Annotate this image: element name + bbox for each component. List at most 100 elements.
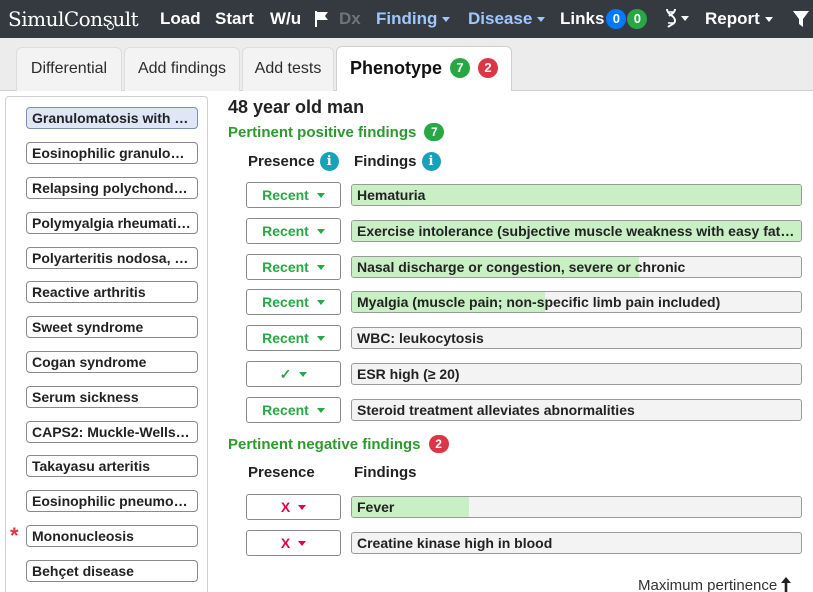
presence-dropdown[interactable]: Recent [246,254,341,280]
positive-count-badge: 7 [424,123,445,141]
tab-add-findings-label: Add findings [137,60,227,77]
flag-button[interactable] [314,10,330,28]
sidebar-item-dx[interactable]: Polymyalgia rheumatica [26,212,198,234]
tab-phenotype-label: Phenotype [349,58,442,78]
negative-findings-title: Pertinent negative findings [228,435,421,453]
nav-load-label: Load [160,9,201,28]
info-icon[interactable]: i [421,152,441,171]
chevron-down-icon [298,504,307,510]
presence-dropdown[interactable]: ✓ [246,361,341,387]
sidebar-item-label: Reactive arthritis [32,284,146,300]
presence-dropdown[interactable]: Recent [246,218,341,244]
finding-row[interactable]: ESR high (≥ 20) [351,363,802,385]
logo-dot-icon [107,23,114,30]
finding-row[interactable]: Myalgia (muscle pain; non-specific limb … [351,291,802,313]
sidebar-item-label: Relapsing polychondritis [32,180,198,196]
presence-header-label: Presence [248,153,315,170]
logo-text: SimulConsult [8,7,139,31]
chevron-down-icon [316,299,325,305]
sidebar-item-dx[interactable]: Polyarteritis nodosa, classic [26,247,198,269]
nav-start[interactable]: Start [215,9,254,29]
presence-dropdown[interactable]: X [246,494,341,520]
finding-label: Myalgia (muscle pain; non-specific limb … [357,294,721,310]
tab-differential-label: Differential [30,60,108,77]
chevron-down-icon [316,335,325,341]
presence-dropdown[interactable]: Recent [246,289,341,315]
sidebar-item-label: Cogan syndrome [32,354,147,370]
finding-label: Steroid treatment alleviates abnormaliti… [357,402,635,418]
nav-writeup-label: W/u [270,9,302,28]
finding-row[interactable]: Exercise intolerance (subjective muscle … [351,220,802,242]
sidebar-item-label: Polyarteritis nodosa, classic [32,250,197,266]
sidebar-item-label: Mononucleosis [32,528,134,544]
positive-findings-title: Pertinent positive findings [228,123,417,141]
maximum-pertinence-sort[interactable]: Maximum pertinence [638,576,792,592]
finding-row[interactable]: WBC: leukocytosis [351,327,802,349]
sidebar-item-dx[interactable]: Takayasu arteritis [26,455,198,477]
finding-label: ESR high (≥ 20) [357,366,460,382]
finding-label: WBC: leukocytosis [357,330,484,346]
presence-value: Recent [262,330,309,346]
nav-disease-menu[interactable]: Disease [468,9,546,29]
tab-add-findings[interactable]: Add findings [124,47,240,91]
findings-header-label: Findings [354,153,417,170]
sidebar-item-dx[interactable]: Eosinophilic granulomatosis [26,142,198,164]
phenotype-badge-red: 2 [478,58,499,79]
links-badge-green: 0 [627,9,648,29]
nav-links-label: Links [560,9,605,28]
tab-phenotype[interactable]: Phenotype 7 2 [336,46,512,91]
presence-header: Presence [248,464,315,481]
sidebar-item-dx[interactable]: Serum sickness [26,386,198,408]
tab-bar: Differential Add findings Add tests Phen… [0,38,813,91]
presence-dropdown[interactable]: Recent [246,325,341,351]
presence-header: Presence i [248,152,339,171]
presence-value: Recent [262,187,309,203]
info-icon[interactable]: i [319,152,339,171]
sidebar-item-label: Behçet disease [32,563,134,579]
nav-report-menu[interactable]: Report [705,9,773,29]
chevron-down-icon [316,407,325,413]
nav-writeup[interactable]: W/u [270,9,301,29]
tab-add-tests[interactable]: Add tests [242,47,334,91]
filter-button[interactable] [792,9,810,29]
finding-row[interactable]: Steroid treatment alleviates abnormaliti… [351,399,802,421]
sidebar-item-dx[interactable]: Mononucleosis [26,525,198,547]
flag-asterisk-icon: * [10,523,19,548]
sidebar-item-dx[interactable]: Eosinophilic pneumonia [26,490,198,512]
sidebar-item-dx[interactable]: Granulomatosis with polyangiitis [26,107,198,129]
nav-finding-menu[interactable]: Finding [376,9,451,29]
sidebar-item-dx[interactable]: CAPS2: Muckle-Wells syndrome [26,421,198,443]
genetics-menu[interactable] [664,8,689,28]
nav-dx[interactable]: Dx [339,9,361,29]
presence-dropdown[interactable]: X [246,530,341,556]
finding-row[interactable]: Hematuria [351,184,802,206]
presence-value: Recent [262,402,309,418]
chevron-down-icon [764,16,773,22]
chevron-down-icon [316,192,325,198]
sidebar-item-dx[interactable]: Sweet syndrome [26,316,198,338]
sidebar-item-label: Serum sickness [32,389,139,405]
footer-note-label: Maximum pertinence [638,576,778,592]
tab-differential[interactable]: Differential [16,47,122,91]
chevron-down-icon [537,16,546,22]
phenotype-panel: 48 year old man Pertinent positive findi… [216,92,813,592]
sidebar-item-dx[interactable]: Cogan syndrome [26,351,198,373]
simulconsult-logo[interactable]: SimulConsult [8,7,139,31]
nav-links[interactable]: Links 0 0 [560,9,648,29]
nav-dx-label: Dx [339,9,361,28]
presence-dropdown[interactable]: Recent [246,182,341,208]
presence-value: Recent [262,223,309,239]
chevron-down-icon [442,16,451,22]
sidebar-item-label: CAPS2: Muckle-Wells syndrome [32,424,197,440]
finding-row[interactable]: Fever [351,496,802,518]
findings-header: Findings i [354,152,441,171]
finding-row[interactable]: Nasal discharge or congestion, severe or… [351,256,802,278]
links-badge-blue: 0 [606,9,627,29]
sidebar-item-dx[interactable]: Reactive arthritis [26,281,198,303]
phenotype-badge-green: 7 [450,58,470,79]
presence-dropdown[interactable]: Recent [246,397,341,423]
nav-load[interactable]: Load [160,9,201,29]
finding-row[interactable]: Creatine kinase high in blood [351,532,802,554]
sidebar-item-dx[interactable]: Behçet disease [26,560,198,582]
sidebar-item-dx[interactable]: Relapsing polychondritis [26,177,198,199]
